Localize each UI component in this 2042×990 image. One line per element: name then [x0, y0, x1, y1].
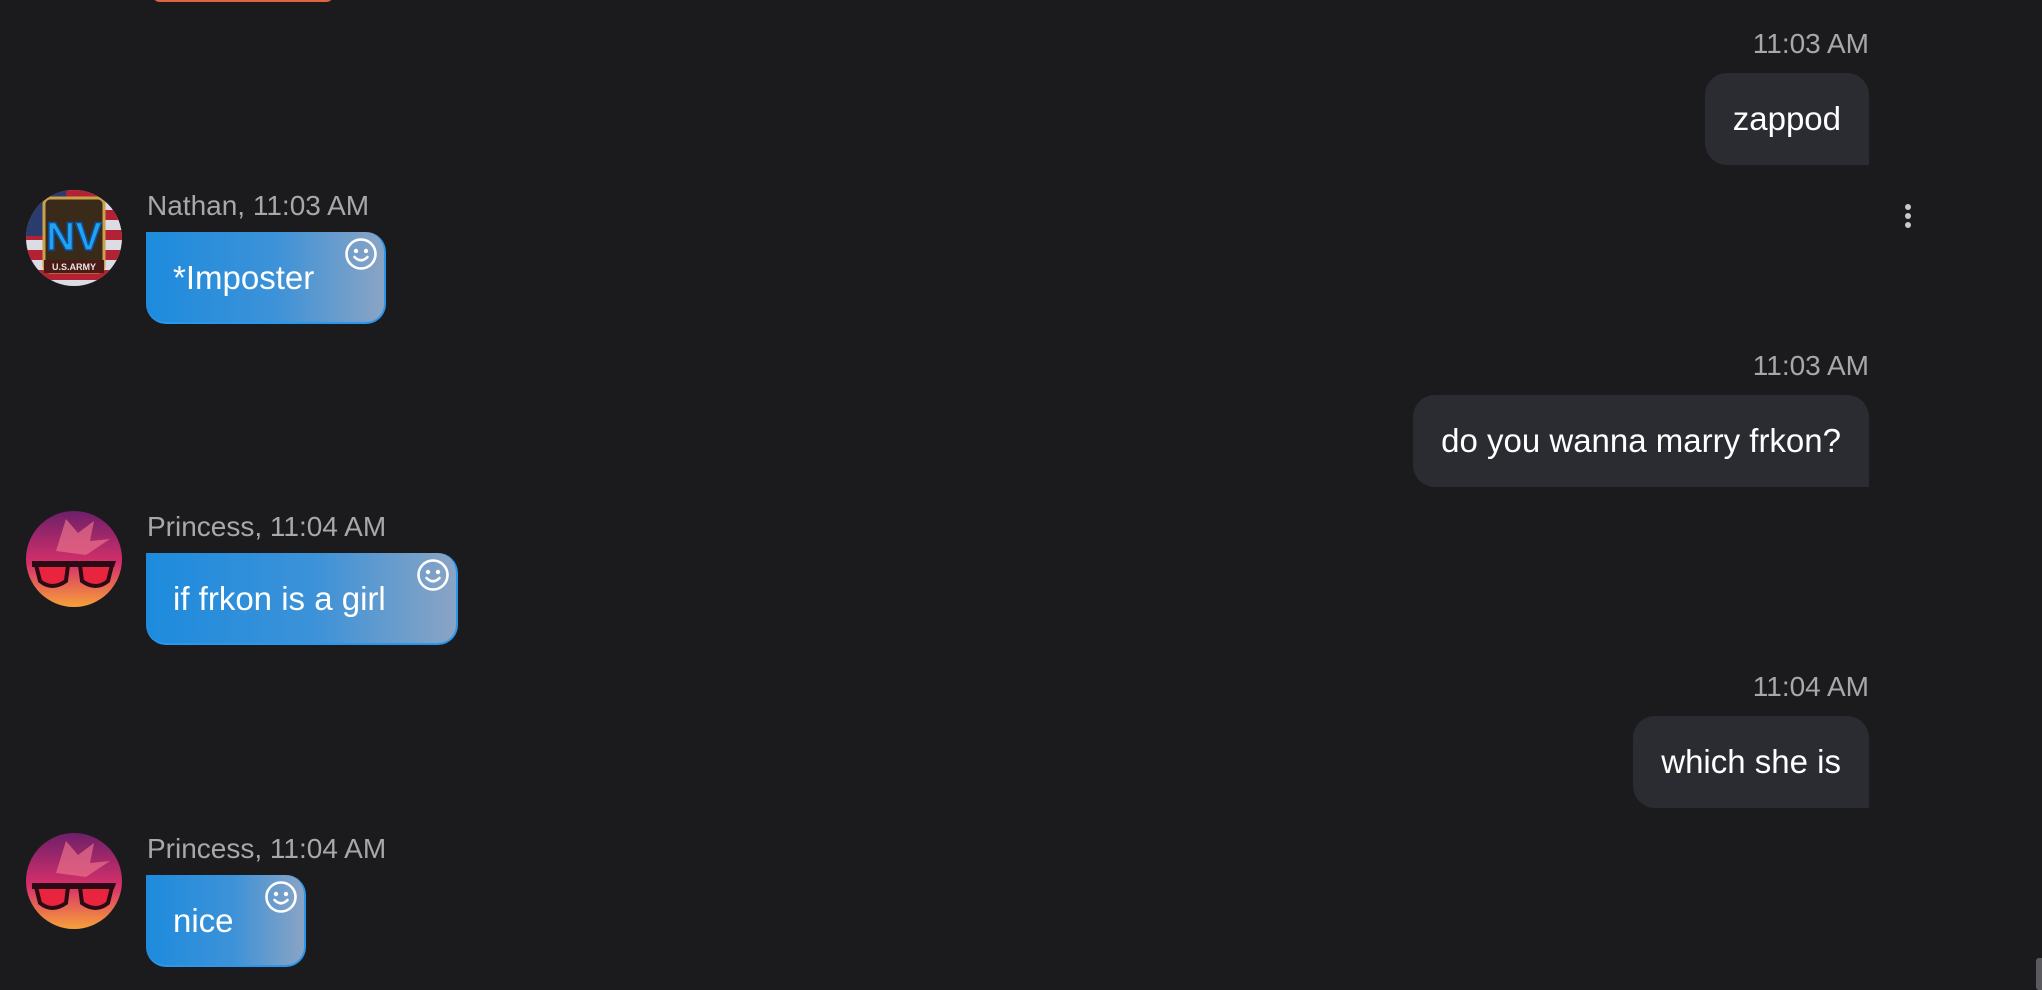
smiley-face-icon[interactable]: [264, 880, 298, 914]
incoming-message-bubble[interactable]: nice: [146, 875, 306, 967]
incoming-message-text: if frkon is a girl: [173, 580, 386, 617]
previous-message-bubble-edge: [152, 0, 334, 2]
outgoing-message-time: 11:03 AM: [1752, 350, 1869, 381]
incoming-message-sender-time: Princess, 11:04 AM: [147, 833, 387, 864]
smiley-face-icon[interactable]: [416, 558, 450, 592]
incoming-message-bubble[interactable]: if frkon is a girl: [146, 553, 458, 645]
avatar-princess[interactable]: [26, 833, 122, 929]
avatar-princess[interactable]: [26, 511, 122, 607]
incoming-message-bubble[interactable]: *Imposter: [146, 232, 387, 324]
outgoing-message-bubble[interactable]: zappod: [1704, 73, 1869, 165]
incoming-message-text: nice: [173, 902, 234, 939]
outgoing-message-time: 11:03 AM: [1752, 28, 1869, 59]
outgoing-message-time: 11:04 AM: [1752, 671, 1869, 702]
vertical-ellipsis-icon[interactable]: [1900, 204, 1916, 236]
chat-message-list[interactable]: 11:03 AM zappod NV U.S.ARMY Nathan, 11:0…: [0, 0, 2042, 990]
incoming-message-sender-time: Princess, 11:04 AM: [147, 511, 387, 542]
outgoing-message-bubble[interactable]: which she is: [1633, 716, 1869, 808]
outgoing-message-bubble[interactable]: do you wanna marry frkon?: [1413, 395, 1869, 487]
princess-sunglasses-avatar: [26, 833, 122, 929]
svg-text:U.S.ARMY: U.S.ARMY: [52, 262, 96, 272]
svg-text:NV: NV: [46, 215, 102, 259]
princess-sunglasses-avatar: [26, 511, 122, 607]
nathan-us-army-nv-avatar: NV U.S.ARMY: [26, 190, 122, 286]
avatar-nathan[interactable]: NV U.S.ARMY: [26, 190, 122, 286]
scrollbar-thumb[interactable]: [2036, 958, 2042, 990]
smiley-face-icon[interactable]: [344, 237, 378, 271]
incoming-message-sender-time: Nathan, 11:03 AM: [147, 190, 370, 221]
incoming-message-text: *Imposter: [173, 259, 315, 296]
